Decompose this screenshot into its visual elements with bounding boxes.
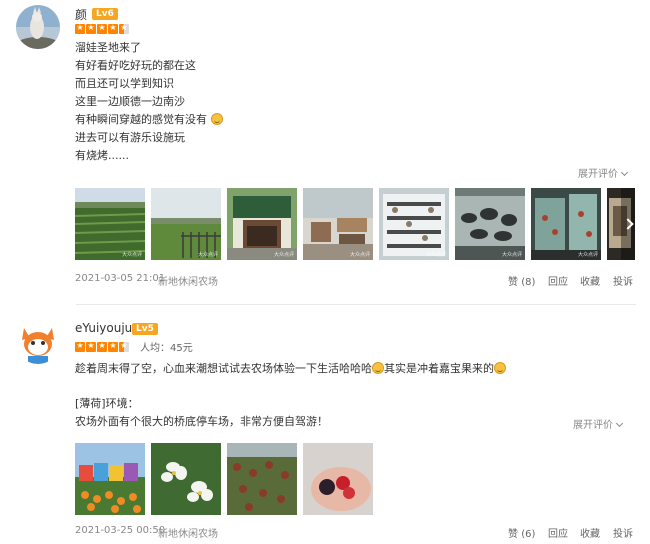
smile-emoji-icon	[494, 362, 506, 374]
rating-stars	[75, 22, 130, 34]
shop-name-link[interactable]: 新地休闲农场	[158, 525, 218, 540]
review-photo[interactable]: 大众点评	[151, 188, 221, 260]
rating-stars	[75, 340, 130, 352]
review-photo[interactable]	[227, 443, 297, 515]
review-item: eYuiyoujun Lv5 人均：45元 趁着周末得了空，心血来潮想试试去农场…	[0, 310, 650, 544]
star-icon	[75, 22, 85, 34]
review-text-line: 趁着周末得了空，心血来潮想试试去农场体验一下生活哈哈哈 其实是冲着嘉宝果来的	[75, 361, 506, 377]
review-divider	[76, 304, 636, 305]
review-text-line: 有烧烤......	[75, 149, 129, 162]
smile-emoji-icon	[210, 113, 223, 125]
review-photo[interactable]	[303, 443, 373, 515]
star-icon	[86, 340, 96, 352]
review-photo[interactable]: 大众点评	[303, 188, 373, 260]
star-icon	[97, 340, 107, 352]
review-photo[interactable]: 大众点评	[379, 188, 449, 260]
watermark: 大众点评	[197, 252, 218, 258]
chevron-down-icon	[620, 168, 629, 177]
level-badge: Lv5	[132, 323, 158, 335]
avatar[interactable]	[16, 5, 60, 49]
review-text-line: 有种瞬间穿越的感觉有没有	[75, 112, 223, 128]
review-text-line: 溜娃圣地来了	[75, 41, 141, 54]
review-photo[interactable]: 大众点评	[455, 188, 525, 260]
review-photo[interactable]: 大众点评	[75, 188, 145, 260]
star-icon	[97, 22, 107, 34]
favorite-button[interactable]: 收藏	[580, 273, 600, 288]
level-badge: Lv6	[92, 8, 118, 20]
reply-button[interactable]: 回应	[548, 525, 568, 540]
reply-button[interactable]: 回应	[548, 273, 568, 288]
review-text-span: 其实是冲着嘉宝果来的	[384, 362, 494, 375]
avatar[interactable]	[16, 320, 60, 364]
review-text-span: 有种瞬间穿越的感觉有没有	[75, 113, 207, 126]
favorite-button[interactable]: 收藏	[580, 525, 600, 540]
expand-label: 展开评价	[573, 420, 613, 431]
photo-strip	[75, 443, 375, 515]
review-text-span: 趁着周末得了空，心血来潮想试试去农场体验一下生活哈哈哈	[75, 362, 372, 375]
watermark: 大众点评	[273, 252, 294, 258]
review-photo[interactable]: 大众点评	[227, 188, 297, 260]
review-text-line: 农场外面有个很大的桥底停车场，非常方便自驾游！	[75, 415, 328, 428]
star-icon	[108, 22, 118, 34]
like-button[interactable]: 赞 (8)	[508, 273, 535, 288]
smile-emoji-icon	[372, 362, 384, 374]
like-label: 赞	[508, 529, 518, 540]
review-date: 2021-03-05 21:01	[75, 273, 166, 284]
like-count: (6)	[521, 529, 536, 540]
next-photo-arrow-icon[interactable]	[621, 188, 635, 260]
username[interactable]: eYuiyoujun	[75, 321, 140, 335]
price-per-person: 人均：45元	[140, 339, 193, 354]
like-count: (8)	[521, 277, 536, 288]
chevron-down-icon	[615, 419, 624, 428]
watermark: 大众点评	[121, 252, 142, 258]
watermark: 大众点评	[501, 252, 522, 258]
review-text-line: 而且还可以学到知识	[75, 77, 174, 90]
review-photo[interactable]	[151, 443, 221, 515]
review-text-line: 有好看好吃好玩的都在这	[75, 59, 196, 72]
star-icon	[75, 340, 85, 352]
photo-strip: 大众点评 大众点评 大众点评 大众点评 大众点评 大众点评 大众点评	[75, 188, 635, 260]
review-item: 颜 Lv6 溜娃圣地来了 有好看好吃好玩的都在这 而且还可以学到知识 这里一边顺…	[0, 0, 650, 300]
report-button[interactable]: 投诉	[613, 525, 633, 540]
review-date: 2021-03-25 00:50	[75, 525, 166, 536]
like-label: 赞	[508, 277, 518, 288]
report-button[interactable]: 投诉	[613, 273, 633, 288]
username[interactable]: 颜	[75, 6, 87, 23]
review-photo[interactable]: 大众点评	[531, 188, 601, 260]
review-text-line: 进去可以有游乐设施玩	[75, 131, 185, 144]
review-photo[interactable]	[75, 443, 145, 515]
watermark: 大众点评	[349, 252, 370, 258]
shop-name-link[interactable]: 新地休闲农场	[158, 273, 218, 288]
expand-review-link[interactable]: 展开评价	[573, 416, 624, 431]
half-star-icon	[119, 22, 129, 34]
expand-review-link[interactable]: 展开评价	[578, 165, 629, 180]
review-text-line: [薄荷]环境：	[75, 397, 139, 410]
price-value: 45元	[170, 343, 193, 354]
review-text-line: 这里一边顺德一边南沙	[75, 95, 185, 108]
price-label: 人均：	[140, 343, 170, 354]
star-icon	[108, 340, 118, 352]
half-star-icon	[119, 340, 129, 352]
like-button[interactable]: 赞 (6)	[508, 525, 535, 540]
expand-label: 展开评价	[578, 169, 618, 180]
watermark: 大众点评	[577, 252, 598, 258]
watermark: 大众点评	[425, 252, 446, 258]
star-icon	[86, 22, 96, 34]
